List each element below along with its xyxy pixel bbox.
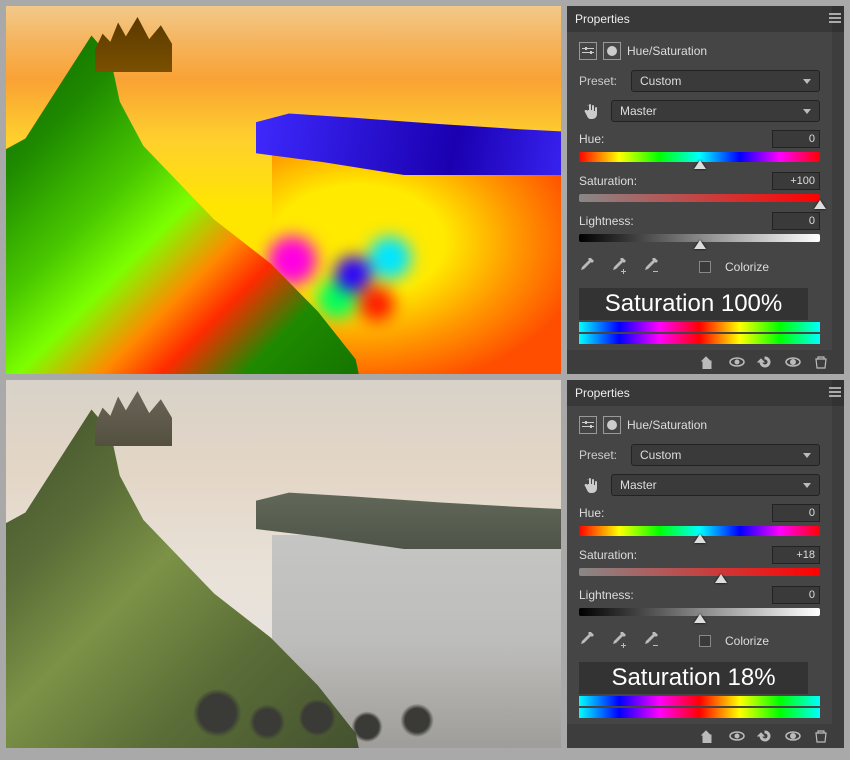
clip-to-layer-icon[interactable] [700,354,718,370]
spectrum-bars [579,322,820,344]
adjustment-title: Hue/Saturation [627,418,707,432]
saturation-thumb[interactable] [715,574,727,583]
targeted-adjustment-icon[interactable] [579,101,603,121]
canvas-preview-high-sat [6,6,561,374]
lightness-slider[interactable] [579,608,820,616]
eyedropper-add-icon[interactable] [611,258,629,276]
lightness-thumb[interactable] [694,240,706,249]
eyedropper-subtract-icon[interactable] [643,632,661,650]
lightness-thumb[interactable] [694,614,706,623]
chevron-down-icon [803,109,811,114]
colorize-label: Colorize [725,260,769,274]
reset-icon[interactable] [756,354,774,370]
panel-footer [567,350,844,374]
saturation-label: Saturation: [579,548,637,562]
panel-header: Properties [567,380,844,406]
overlay-caption: Saturation 18% [579,662,808,694]
delete-icon[interactable] [812,728,830,744]
eyedropper-icon[interactable] [579,632,597,650]
lightness-label: Lightness: [579,588,634,602]
hue-thumb[interactable] [694,534,706,543]
preset-dropdown[interactable]: Custom [631,70,820,92]
panel-menu-icon[interactable] [829,12,841,24]
visibility-icon[interactable] [784,354,802,370]
panel-title: Properties [575,12,630,26]
layer-mask-icon[interactable] [603,42,621,60]
view-previous-icon[interactable] [728,354,746,370]
spectrum-bars [579,696,820,718]
adjustment-type-icon[interactable] [579,416,597,434]
hue-slider[interactable] [579,526,820,536]
adjustment-type-icon[interactable] [579,42,597,60]
layer-mask-icon[interactable] [603,416,621,434]
hue-slider[interactable] [579,152,820,162]
eyedropper-subtract-icon[interactable] [643,258,661,276]
preset-value: Custom [640,74,681,88]
hue-label: Hue: [579,506,604,520]
preset-dropdown[interactable]: Custom [631,444,820,466]
delete-icon[interactable] [812,354,830,370]
channel-dropdown[interactable]: Master [611,474,820,496]
panel-title: Properties [575,386,630,400]
saturation-label: Saturation: [579,174,637,188]
saturation-thumb[interactable] [814,200,826,209]
lightness-value-input[interactable]: 0 [772,212,820,230]
hue-value-input[interactable]: 0 [772,504,820,522]
preset-label: Preset: [579,448,623,462]
colorize-checkbox[interactable] [699,261,711,273]
targeted-adjustment-icon[interactable] [579,475,603,495]
saturation-slider[interactable] [579,568,820,576]
panel-header: Properties [567,6,844,32]
saturation-value-input[interactable]: +100 [772,172,820,190]
saturation-slider[interactable] [579,194,820,202]
chevron-down-icon [803,79,811,84]
adjustment-title: Hue/Saturation [627,44,707,58]
channel-value: Master [620,104,657,118]
channel-dropdown[interactable]: Master [611,100,820,122]
chevron-down-icon [803,453,811,458]
preset-value: Custom [640,448,681,462]
visibility-icon[interactable] [784,728,802,744]
lightness-value-input[interactable]: 0 [772,586,820,604]
reset-icon[interactable] [756,728,774,744]
canvas-preview-low-sat [6,380,561,748]
chevron-down-icon [803,483,811,488]
colorize-label: Colorize [725,634,769,648]
properties-panel: Properties Hue/Saturation Preset: Custom [567,380,844,748]
preset-label: Preset: [579,74,623,88]
lightness-slider[interactable] [579,234,820,242]
hue-label: Hue: [579,132,604,146]
panel-menu-icon[interactable] [829,386,841,398]
eyedropper-icon[interactable] [579,258,597,276]
overlay-caption: Saturation 100% [579,288,808,320]
channel-value: Master [620,478,657,492]
hue-value-input[interactable]: 0 [772,130,820,148]
eyedropper-add-icon[interactable] [611,632,629,650]
hue-thumb[interactable] [694,160,706,169]
view-previous-icon[interactable] [728,728,746,744]
properties-panel: Properties Hue/Saturation Preset: Custom [567,6,844,374]
saturation-value-input[interactable]: +18 [772,546,820,564]
colorize-checkbox[interactable] [699,635,711,647]
panel-footer [567,724,844,748]
lightness-label: Lightness: [579,214,634,228]
clip-to-layer-icon[interactable] [700,728,718,744]
